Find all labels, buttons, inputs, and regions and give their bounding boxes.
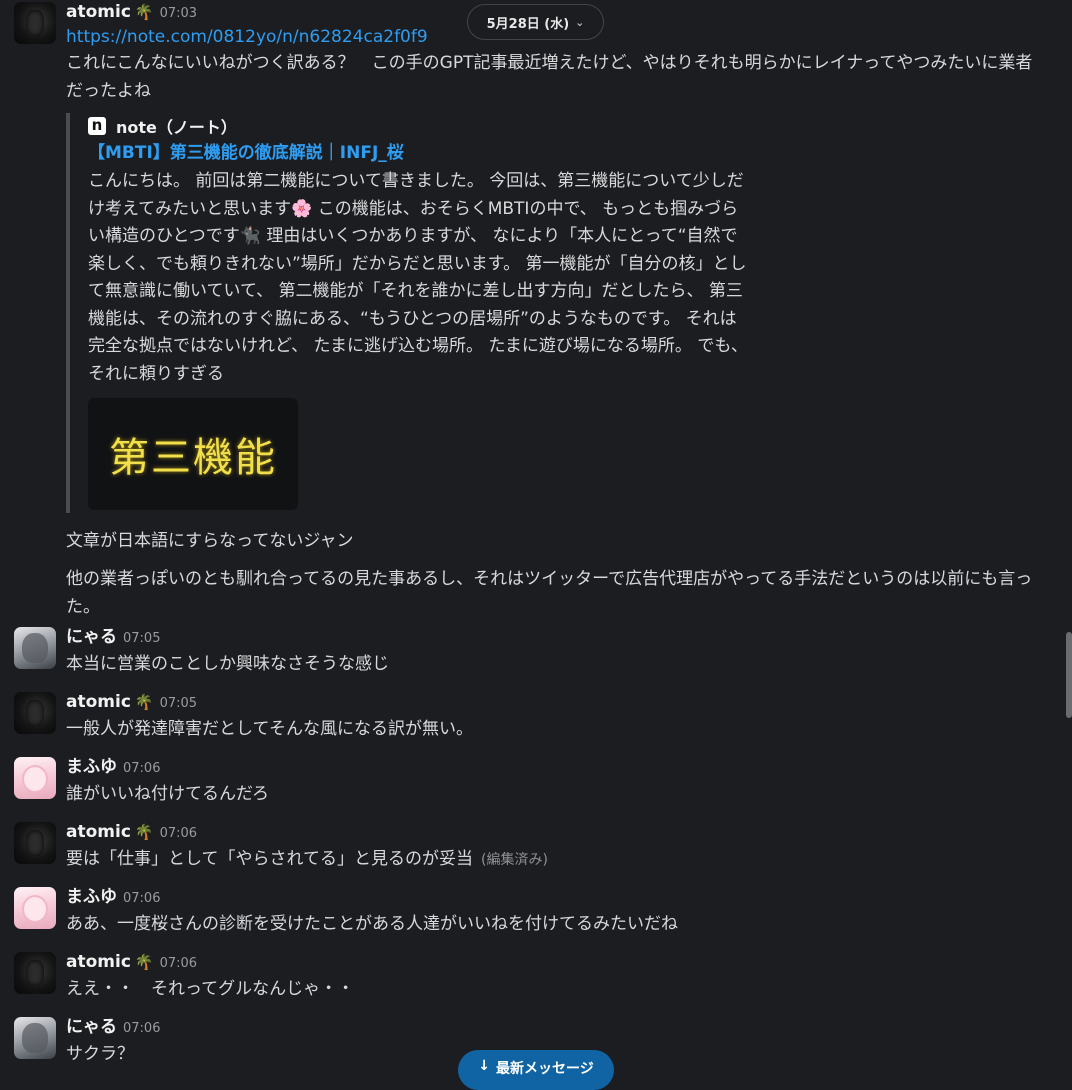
- author-name[interactable]: atomic: [66, 822, 131, 842]
- message-text: 要は「仕事」として「やらされてる」と見るのが妥当: [66, 849, 473, 869]
- avatar[interactable]: [14, 887, 56, 929]
- message-text: ああ、一度桜さんの診断を受けたことがある人達がいいねを付けてるみたいだね: [66, 914, 678, 934]
- timestamp[interactable]: 07:06: [123, 891, 160, 906]
- author-name[interactable]: atomic: [66, 692, 131, 712]
- message-text: 誰がいいね付けてるんだろ: [66, 784, 269, 804]
- preview-title[interactable]: 【MBTI】第三機能の徹底解説｜INFJ_桜: [88, 139, 763, 168]
- preview-image-text: 第三機能: [109, 435, 277, 481]
- author-name[interactable]: まふゆ: [66, 757, 117, 777]
- preview-image[interactable]: 第三機能: [88, 398, 298, 510]
- new-messages-label: 最新メッセージ: [496, 1061, 594, 1077]
- edited-label: (編集済み): [480, 852, 548, 868]
- message-text: 一般人が発達障害だとしてそんな風になる訳が無い。: [66, 719, 473, 739]
- message-text: 他の業者っぽいのとも馴れ合ってるの見た事あるし、それはツイッターで広告代理店がや…: [66, 569, 1033, 617]
- scrollbar-thumb[interactable]: [1066, 632, 1072, 718]
- date-label: 5月28日 (水): [486, 16, 570, 32]
- link-preview: n note（ノート） 【MBTI】第三機能の徹底解説｜INFJ_桜 こんにちは…: [66, 113, 763, 513]
- timestamp[interactable]: 07:06: [160, 826, 197, 841]
- message-text: 本当に営業のことしか興味なさそうな感じ: [66, 654, 389, 674]
- author-name[interactable]: atomic: [66, 2, 131, 22]
- author-name[interactable]: まふゆ: [66, 887, 117, 907]
- jump-to-new-messages-button[interactable]: ↓ 最新メッセージ: [458, 1050, 614, 1090]
- message-text: これにこんなにいいねがつく訳ある？ この手のGPT記事最近増えたけど、やはりそれ…: [66, 53, 1033, 101]
- timestamp[interactable]: 07:06: [123, 1021, 160, 1036]
- avatar[interactable]: [14, 1017, 56, 1059]
- palm-tree-icon: 🌴: [134, 693, 154, 711]
- avatar[interactable]: [14, 757, 56, 799]
- message-feed: atomic 🌴 07:03 https://note.com/0812yo/n/n…: [0, 0, 1062, 1072]
- preview-description: こんにちは。 前回は第二機能について書きました。 今回は、第三機能について少しだ…: [88, 171, 748, 384]
- avatar[interactable]: [14, 2, 56, 44]
- author-name[interactable]: atomic: [66, 952, 131, 972]
- palm-tree-icon: 🌴: [134, 953, 154, 971]
- avatar[interactable]: [14, 627, 56, 669]
- note-logo-icon: n: [88, 117, 106, 135]
- timestamp[interactable]: 07:05: [160, 696, 197, 711]
- timestamp[interactable]: 07:06: [160, 956, 197, 971]
- palm-tree-icon: 🌴: [134, 823, 154, 841]
- avatar[interactable]: [14, 692, 56, 734]
- avatar[interactable]: [14, 822, 56, 864]
- palm-tree-icon: 🌴: [134, 3, 154, 21]
- chevron-down-icon: ⌄: [575, 15, 585, 29]
- message-text: 文章が日本語にすらなってないジャン: [66, 531, 354, 551]
- preview-source: note（ノート）: [116, 118, 237, 137]
- message-text: ええ・・ それってグルなんじゃ・・: [66, 979, 355, 999]
- avatar[interactable]: [14, 952, 56, 994]
- timestamp[interactable]: 07:03: [160, 6, 197, 21]
- author-name[interactable]: にゃる: [66, 1017, 117, 1037]
- timestamp[interactable]: 07:06: [123, 761, 160, 776]
- timestamp[interactable]: 07:05: [123, 631, 160, 646]
- author-name[interactable]: にゃる: [66, 627, 117, 647]
- date-divider-button[interactable]: 5月28日 (水) ⌄: [467, 4, 604, 40]
